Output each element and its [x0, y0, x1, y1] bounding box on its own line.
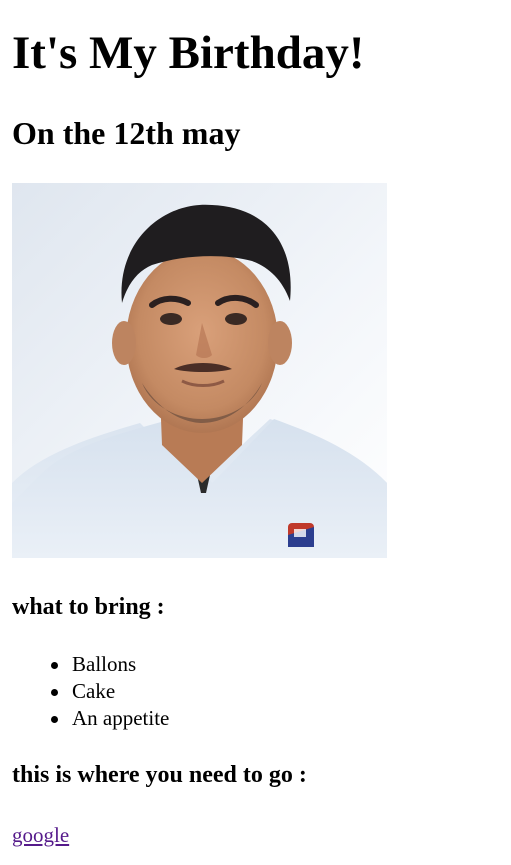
- portrait-photo: [12, 183, 387, 558]
- google-link[interactable]: google: [12, 821, 69, 849]
- list-item: Cake: [50, 678, 169, 705]
- list-item: An appetite: [50, 706, 170, 730]
- page-title: It's My Birthday!: [12, 27, 365, 79]
- directions-heading: this is where you need to go :: [12, 762, 307, 788]
- bring-list: Ballons Cake An appetite: [12, 651, 169, 732]
- list-item: Ballons: [50, 651, 169, 678]
- portrait-image: [12, 183, 387, 558]
- page-subtitle: On the 12th may: [12, 115, 241, 151]
- what-to-bring-heading: what to bring :: [12, 594, 165, 620]
